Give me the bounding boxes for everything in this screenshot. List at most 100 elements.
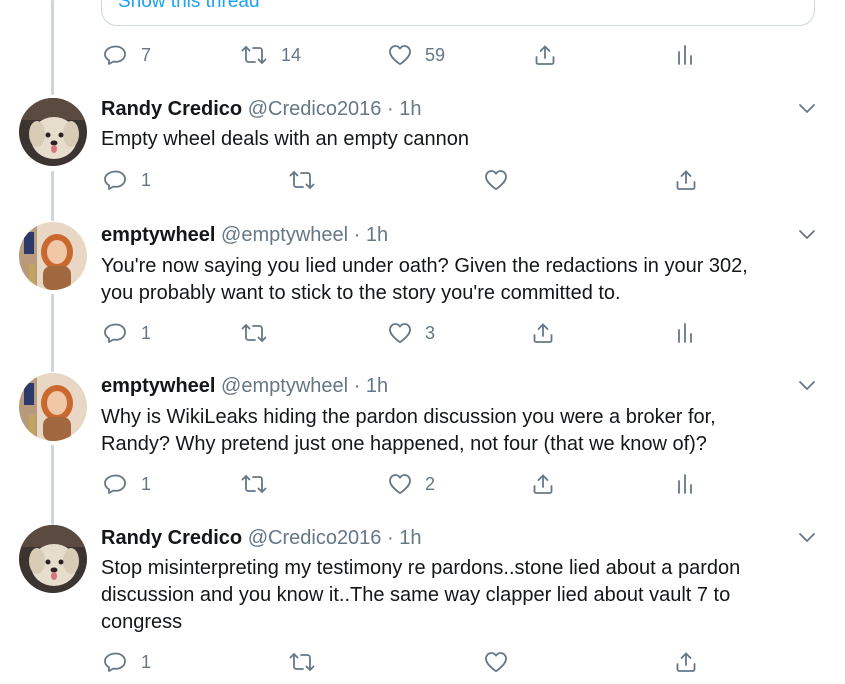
retweet-icon (288, 168, 316, 192)
retweet-button[interactable] (240, 319, 268, 347)
handle[interactable]: @emptywheel (221, 375, 348, 397)
chevron-down-icon[interactable] (797, 228, 817, 242)
action-bar: 1 2 (0, 470, 845, 498)
like-button[interactable] (484, 166, 508, 194)
tweet-text-line: Empty wheel deals with an empty cannon (101, 128, 469, 150)
retweet-icon (240, 472, 268, 496)
show-thread-link[interactable]: Show this thread (101, 0, 815, 26)
reply-icon (104, 43, 128, 67)
like-icon (388, 321, 412, 345)
tweet-text-line: You're now saying you lied under oath? G… (101, 255, 748, 277)
like-icon (484, 168, 508, 192)
display-name[interactable]: emptywheel (101, 375, 215, 397)
tweet-text-line: you probably want to stick to the story … (101, 282, 621, 304)
reply-count: 1 (141, 169, 152, 190)
share-button[interactable] (674, 648, 698, 676)
action-bar: 1 (0, 648, 845, 676)
tweet-text: Stop misinterpreting my testimony re par… (101, 555, 811, 636)
show-thread-label[interactable]: Show this thread (118, 0, 260, 13)
dog-avatar-icon (19, 525, 87, 593)
tweet-header: emptywheel @emptywheel · 1h (101, 375, 388, 398)
tweet-text-line: Why is WikiLeaks hiding the pardon discu… (101, 406, 716, 428)
retweet-icon (240, 321, 268, 345)
retweet-icon (288, 650, 316, 674)
share-icon (531, 472, 555, 496)
analytics-button[interactable] (673, 319, 697, 347)
retweet-button[interactable] (240, 470, 268, 498)
reply-icon (104, 168, 128, 192)
handle[interactable]: @Credico2016 (248, 98, 382, 120)
reply-icon (104, 472, 128, 496)
reply-button[interactable]: 1 (104, 470, 151, 498)
like-button[interactable]: 59 (388, 41, 445, 69)
timestamp[interactable]: 1h (399, 527, 421, 549)
analytics-icon (673, 321, 697, 345)
tweet-text-line: Randy? Why pretend just one happened, no… (101, 433, 707, 455)
analytics-button[interactable] (673, 41, 697, 69)
separator-dot: · (387, 98, 394, 120)
reply-button[interactable]: 7 (104, 41, 151, 69)
like-button[interactable]: 2 (388, 470, 435, 498)
display-name[interactable]: Randy Credico (101, 527, 242, 549)
retweet-icon (240, 43, 268, 67)
like-icon (484, 650, 508, 674)
dog-avatar-icon (19, 98, 87, 166)
tweet-header: emptywheel @emptywheel · 1h (101, 224, 388, 247)
tweet-header: Randy Credico @Credico2016 · 1h (101, 527, 421, 550)
separator-dot: · (353, 224, 361, 246)
woman-avatar-icon (19, 222, 87, 290)
tweet-header: Randy Credico @Credico2016 · 1h (101, 98, 421, 121)
woman-avatar-icon (19, 373, 87, 441)
share-button[interactable] (531, 319, 555, 347)
reply-icon (104, 650, 128, 674)
analytics-icon (673, 43, 697, 67)
tweet-text: Why is WikiLeaks hiding the pardon discu… (101, 404, 811, 458)
retweet-button[interactable] (288, 166, 316, 194)
like-count: 2 (425, 473, 436, 494)
analytics-button[interactable] (673, 470, 697, 498)
reply-button[interactable]: 1 (104, 319, 151, 347)
tweet-text-line: Stop misinterpreting my testimony re par… (101, 557, 741, 579)
separator-dot: · (353, 375, 361, 397)
retweet-count: 14 (281, 44, 302, 65)
reply-button[interactable]: 1 (104, 648, 151, 676)
reply-count: 1 (141, 322, 152, 343)
chevron-down-icon[interactable] (797, 102, 817, 116)
tweet-text: You're now saying you lied under oath? G… (101, 253, 811, 307)
display-name[interactable]: Randy Credico (101, 98, 242, 120)
avatar[interactable] (19, 373, 87, 441)
reply-icon (104, 321, 128, 345)
display-name[interactable]: emptywheel (101, 224, 215, 246)
retweet-button[interactable] (288, 648, 316, 676)
handle[interactable]: @emptywheel (221, 224, 348, 246)
action-bar: 7 14 59 (0, 41, 845, 69)
reply-button[interactable]: 1 (104, 166, 151, 194)
timestamp[interactable]: 1h (366, 375, 388, 397)
like-icon (388, 472, 412, 496)
share-button[interactable] (533, 41, 557, 69)
share-button[interactable] (531, 470, 555, 498)
action-bar: 1 (0, 166, 845, 194)
like-button[interactable] (484, 648, 508, 676)
timestamp[interactable]: 1h (366, 224, 388, 246)
avatar[interactable] (19, 98, 87, 166)
reply-count: 7 (141, 44, 152, 65)
like-button[interactable]: 3 (388, 319, 435, 347)
tweet-text-line: discussion and you know it..The same way… (101, 584, 731, 606)
action-bar: 1 3 (0, 319, 845, 347)
reply-count: 1 (141, 651, 152, 672)
share-button[interactable] (674, 166, 698, 194)
avatar[interactable] (19, 222, 87, 290)
analytics-icon (673, 472, 697, 496)
handle[interactable]: @Credico2016 (248, 527, 382, 549)
tweet-text-line: congress (101, 611, 183, 633)
like-count: 59 (425, 44, 446, 65)
chevron-down-icon[interactable] (797, 531, 817, 545)
chevron-down-icon[interactable] (797, 379, 817, 393)
like-icon (388, 43, 412, 67)
share-icon (533, 43, 557, 67)
timestamp[interactable]: 1h (399, 98, 421, 120)
retweet-button[interactable]: 14 (240, 41, 301, 69)
share-icon (531, 321, 555, 345)
avatar[interactable] (19, 525, 87, 593)
